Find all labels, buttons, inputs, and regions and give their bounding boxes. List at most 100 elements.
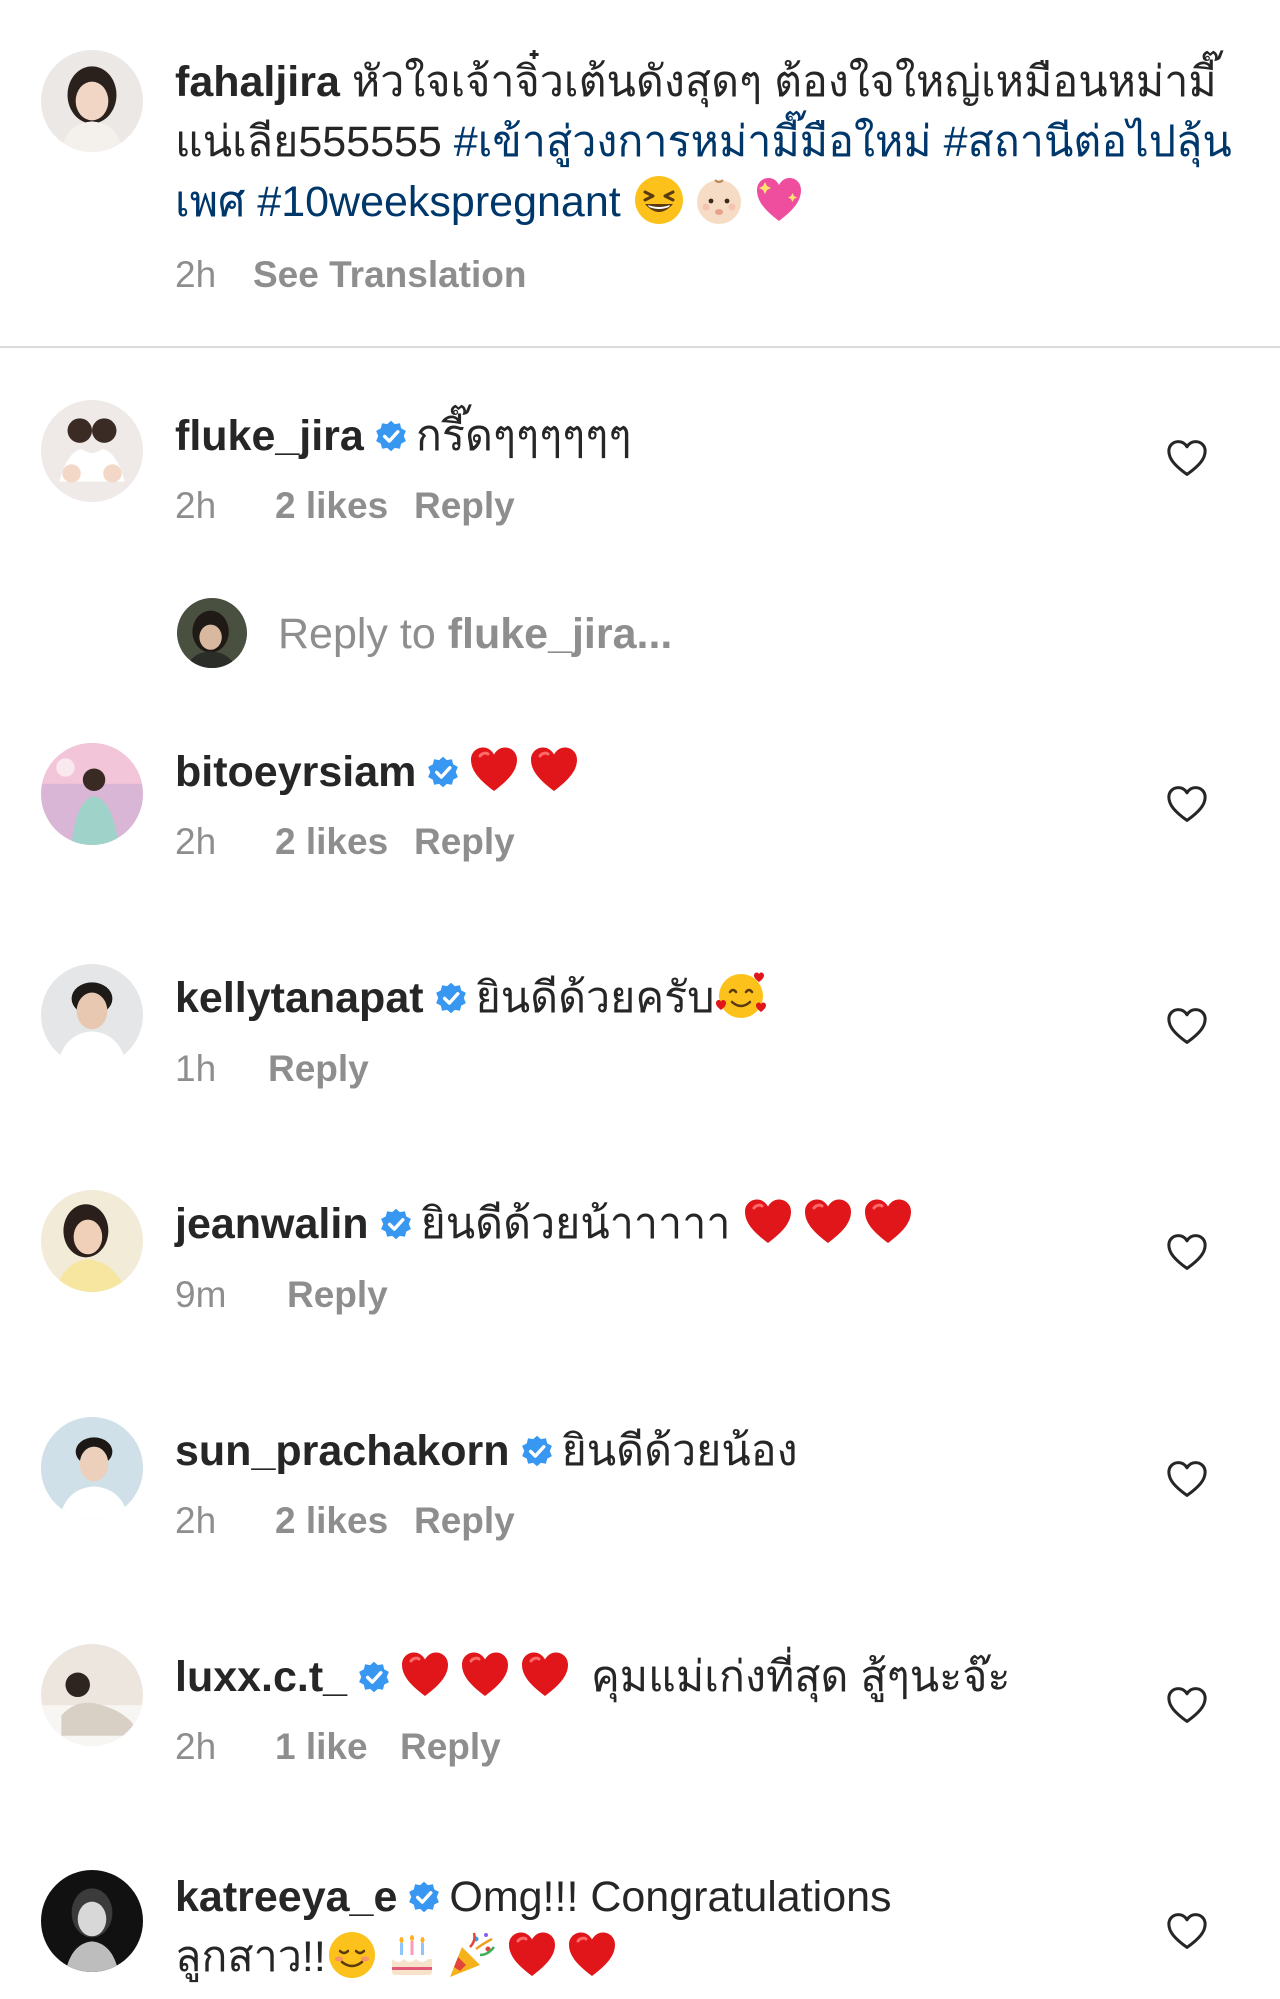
comment-item: bitoeyrsiam 2h 2 likes Reply xyxy=(0,726,1280,886)
comment-meta: 9m Reply xyxy=(175,1270,388,1320)
comment-text: Omg!!! Congratulations xyxy=(449,1873,892,1921)
comment-username[interactable]: bitoeyrsiam xyxy=(175,748,416,796)
like-heart-icon[interactable] xyxy=(1166,1686,1208,1724)
comment-text: ยินดีด้วยครับ xyxy=(475,974,715,1022)
comment-meta: 2h 2 likes Reply xyxy=(175,481,515,531)
likes-count[interactable]: 2 likes xyxy=(275,481,414,531)
hashtag-link[interactable]: #10weekspregnant xyxy=(257,178,620,226)
reply-button[interactable]: Reply xyxy=(414,1496,515,1546)
comment-body: fluke_jira กรี๊ดๆๆๆๆๆๆ xyxy=(175,406,631,466)
like-heart-icon[interactable] xyxy=(1166,1233,1208,1271)
comment-item: jeanwalin ยินดีด้วยน้าาาาา 9m Reply xyxy=(0,1178,1280,1338)
likes-count[interactable]: 2 likes xyxy=(275,1496,414,1546)
comment-username[interactable]: fluke_jira xyxy=(175,412,364,460)
avatar[interactable] xyxy=(41,400,143,502)
reply-to-field[interactable]: Reply to fluke_jira... xyxy=(175,598,1075,670)
timestamp: 2h xyxy=(175,1726,217,1767)
likes-count[interactable]: 2 likes xyxy=(275,817,414,867)
avatar xyxy=(177,598,247,668)
see-translation-button[interactable]: See Translation xyxy=(253,250,527,300)
smiling-face-with-hearts-icon xyxy=(715,970,767,1022)
avatar[interactable] xyxy=(41,743,143,845)
avatar[interactable] xyxy=(41,964,143,1066)
caption-meta: 2h See Translation xyxy=(175,250,527,300)
verified-badge-icon xyxy=(407,1880,441,1914)
hashtag-link[interactable]: #เข้าสู่วงการหม่ามี๊มือใหม่ xyxy=(454,118,932,166)
comment-username[interactable]: luxx.c.t_ xyxy=(175,1653,347,1701)
baby-icon xyxy=(693,174,745,226)
avatar[interactable] xyxy=(41,1644,143,1746)
like-heart-icon[interactable] xyxy=(1166,1007,1208,1045)
timestamp: 2h xyxy=(175,485,217,526)
timestamp: 1h xyxy=(175,1048,217,1089)
avatar[interactable] xyxy=(41,1417,143,1519)
avatar[interactable] xyxy=(41,50,143,152)
comment-text: คุมแม่เก่งที่สุด สู้ๆนะจ๊ะ xyxy=(591,1653,1011,1701)
comment-text: กรี๊ดๆๆๆๆๆๆ xyxy=(415,412,632,460)
avatar-kellytanapat-icon xyxy=(41,964,143,1066)
comment-body: jeanwalin ยินดีด้วยน้าาาาา xyxy=(175,1194,922,1254)
like-heart-icon[interactable] xyxy=(1166,1912,1208,1950)
sparkling-heart-icon xyxy=(753,174,805,226)
red-heart-icon xyxy=(399,1649,451,1701)
reply-placeholder[interactable]: Reply to fluke_jira... xyxy=(278,604,672,664)
timestamp: 2h xyxy=(175,821,217,862)
red-heart-icon xyxy=(862,1196,914,1248)
red-heart-icon xyxy=(519,1649,571,1701)
comment-item: luxx.c.t_ คุมแม่เก่งที่สุด สู้ๆนะจ๊ะ 2h 1… xyxy=(0,1631,1280,1791)
avatar-sun-prachakorn-icon xyxy=(41,1417,143,1519)
party-popper-icon xyxy=(446,1929,498,1981)
birthday-cake-icon xyxy=(386,1929,438,1981)
comment-item: sun_prachakorn ยินดีด้วยน้อง 2h 2 likes Rep… xyxy=(0,1405,1280,1565)
verified-badge-icon xyxy=(426,755,460,789)
timestamp: 2h xyxy=(175,254,217,295)
reply-target: fluke_jira... xyxy=(447,610,673,658)
avatar-fluke-jira-icon xyxy=(41,400,143,502)
grinning-squinting-face-icon xyxy=(633,174,685,226)
reply-button[interactable]: Reply xyxy=(268,1044,369,1094)
avatar-fahaljira-icon xyxy=(41,50,143,152)
avatar-luxx-c-t-icon xyxy=(41,1644,143,1746)
comment-text: ยินดีด้วยน้าาาาา xyxy=(420,1200,731,1248)
comment-item: fluke_jira กรี๊ดๆๆๆๆๆๆ 2h 2 likes Reply xyxy=(0,390,1280,540)
avatar[interactable] xyxy=(41,1190,143,1292)
avatar-bitoeyrsiam-icon xyxy=(41,743,143,845)
avatar-katreeya-e-icon xyxy=(41,1870,143,1972)
comment-username[interactable]: sun_prachakorn xyxy=(175,1427,510,1475)
like-heart-icon[interactable] xyxy=(1166,439,1208,477)
comment-body: bitoeyrsiam xyxy=(175,742,588,802)
smiling-face-icon xyxy=(326,1929,378,1981)
like-heart-icon[interactable] xyxy=(1166,785,1208,823)
avatar[interactable] xyxy=(41,1870,143,1972)
comment-body: kellytanapat ยินดีด้วยครับ xyxy=(175,968,775,1028)
comment-username[interactable]: kellytanapat xyxy=(175,974,424,1022)
red-heart-icon xyxy=(802,1196,854,1248)
comment-body-line2: ลูกสาว!! xyxy=(175,1927,626,1987)
verified-badge-icon xyxy=(379,1207,413,1241)
red-heart-icon xyxy=(468,744,520,796)
red-heart-icon xyxy=(506,1929,558,1981)
timestamp: 9m xyxy=(175,1274,227,1315)
reply-button[interactable]: Reply xyxy=(414,481,515,531)
comment-meta: 2h 1 like Reply xyxy=(175,1722,501,1772)
comment-text: ลูกสาว!! xyxy=(175,1933,326,1981)
comment-username[interactable]: jeanwalin xyxy=(175,1200,369,1248)
reply-button[interactable]: Reply xyxy=(414,817,515,867)
comment-text: ยินดีด้วยน้อง xyxy=(561,1427,798,1475)
comment-username[interactable]: katreeya_e xyxy=(175,1873,397,1921)
post-caption: fahaljira หัวใจเจ้าจิ๋วเต้นดังสุดๆ ต้องใ… xyxy=(0,0,1280,348)
like-heart-icon[interactable] xyxy=(1166,1460,1208,1498)
comment-meta: 1h Reply xyxy=(175,1044,369,1094)
avatar-current-user-icon xyxy=(177,598,247,668)
red-heart-icon xyxy=(742,1196,794,1248)
verified-badge-icon xyxy=(357,1660,391,1694)
timestamp: 2h xyxy=(175,1500,217,1541)
reply-button[interactable]: Reply xyxy=(287,1270,388,1320)
verified-badge-icon xyxy=(520,1434,554,1468)
avatar-jeanwalin-icon xyxy=(41,1190,143,1292)
reply-prefix: Reply to xyxy=(278,610,448,658)
caption-username[interactable]: fahaljira xyxy=(175,58,340,106)
reply-button[interactable]: Reply xyxy=(400,1722,501,1772)
verified-badge-icon xyxy=(434,981,468,1015)
likes-count[interactable]: 1 like xyxy=(275,1722,400,1772)
